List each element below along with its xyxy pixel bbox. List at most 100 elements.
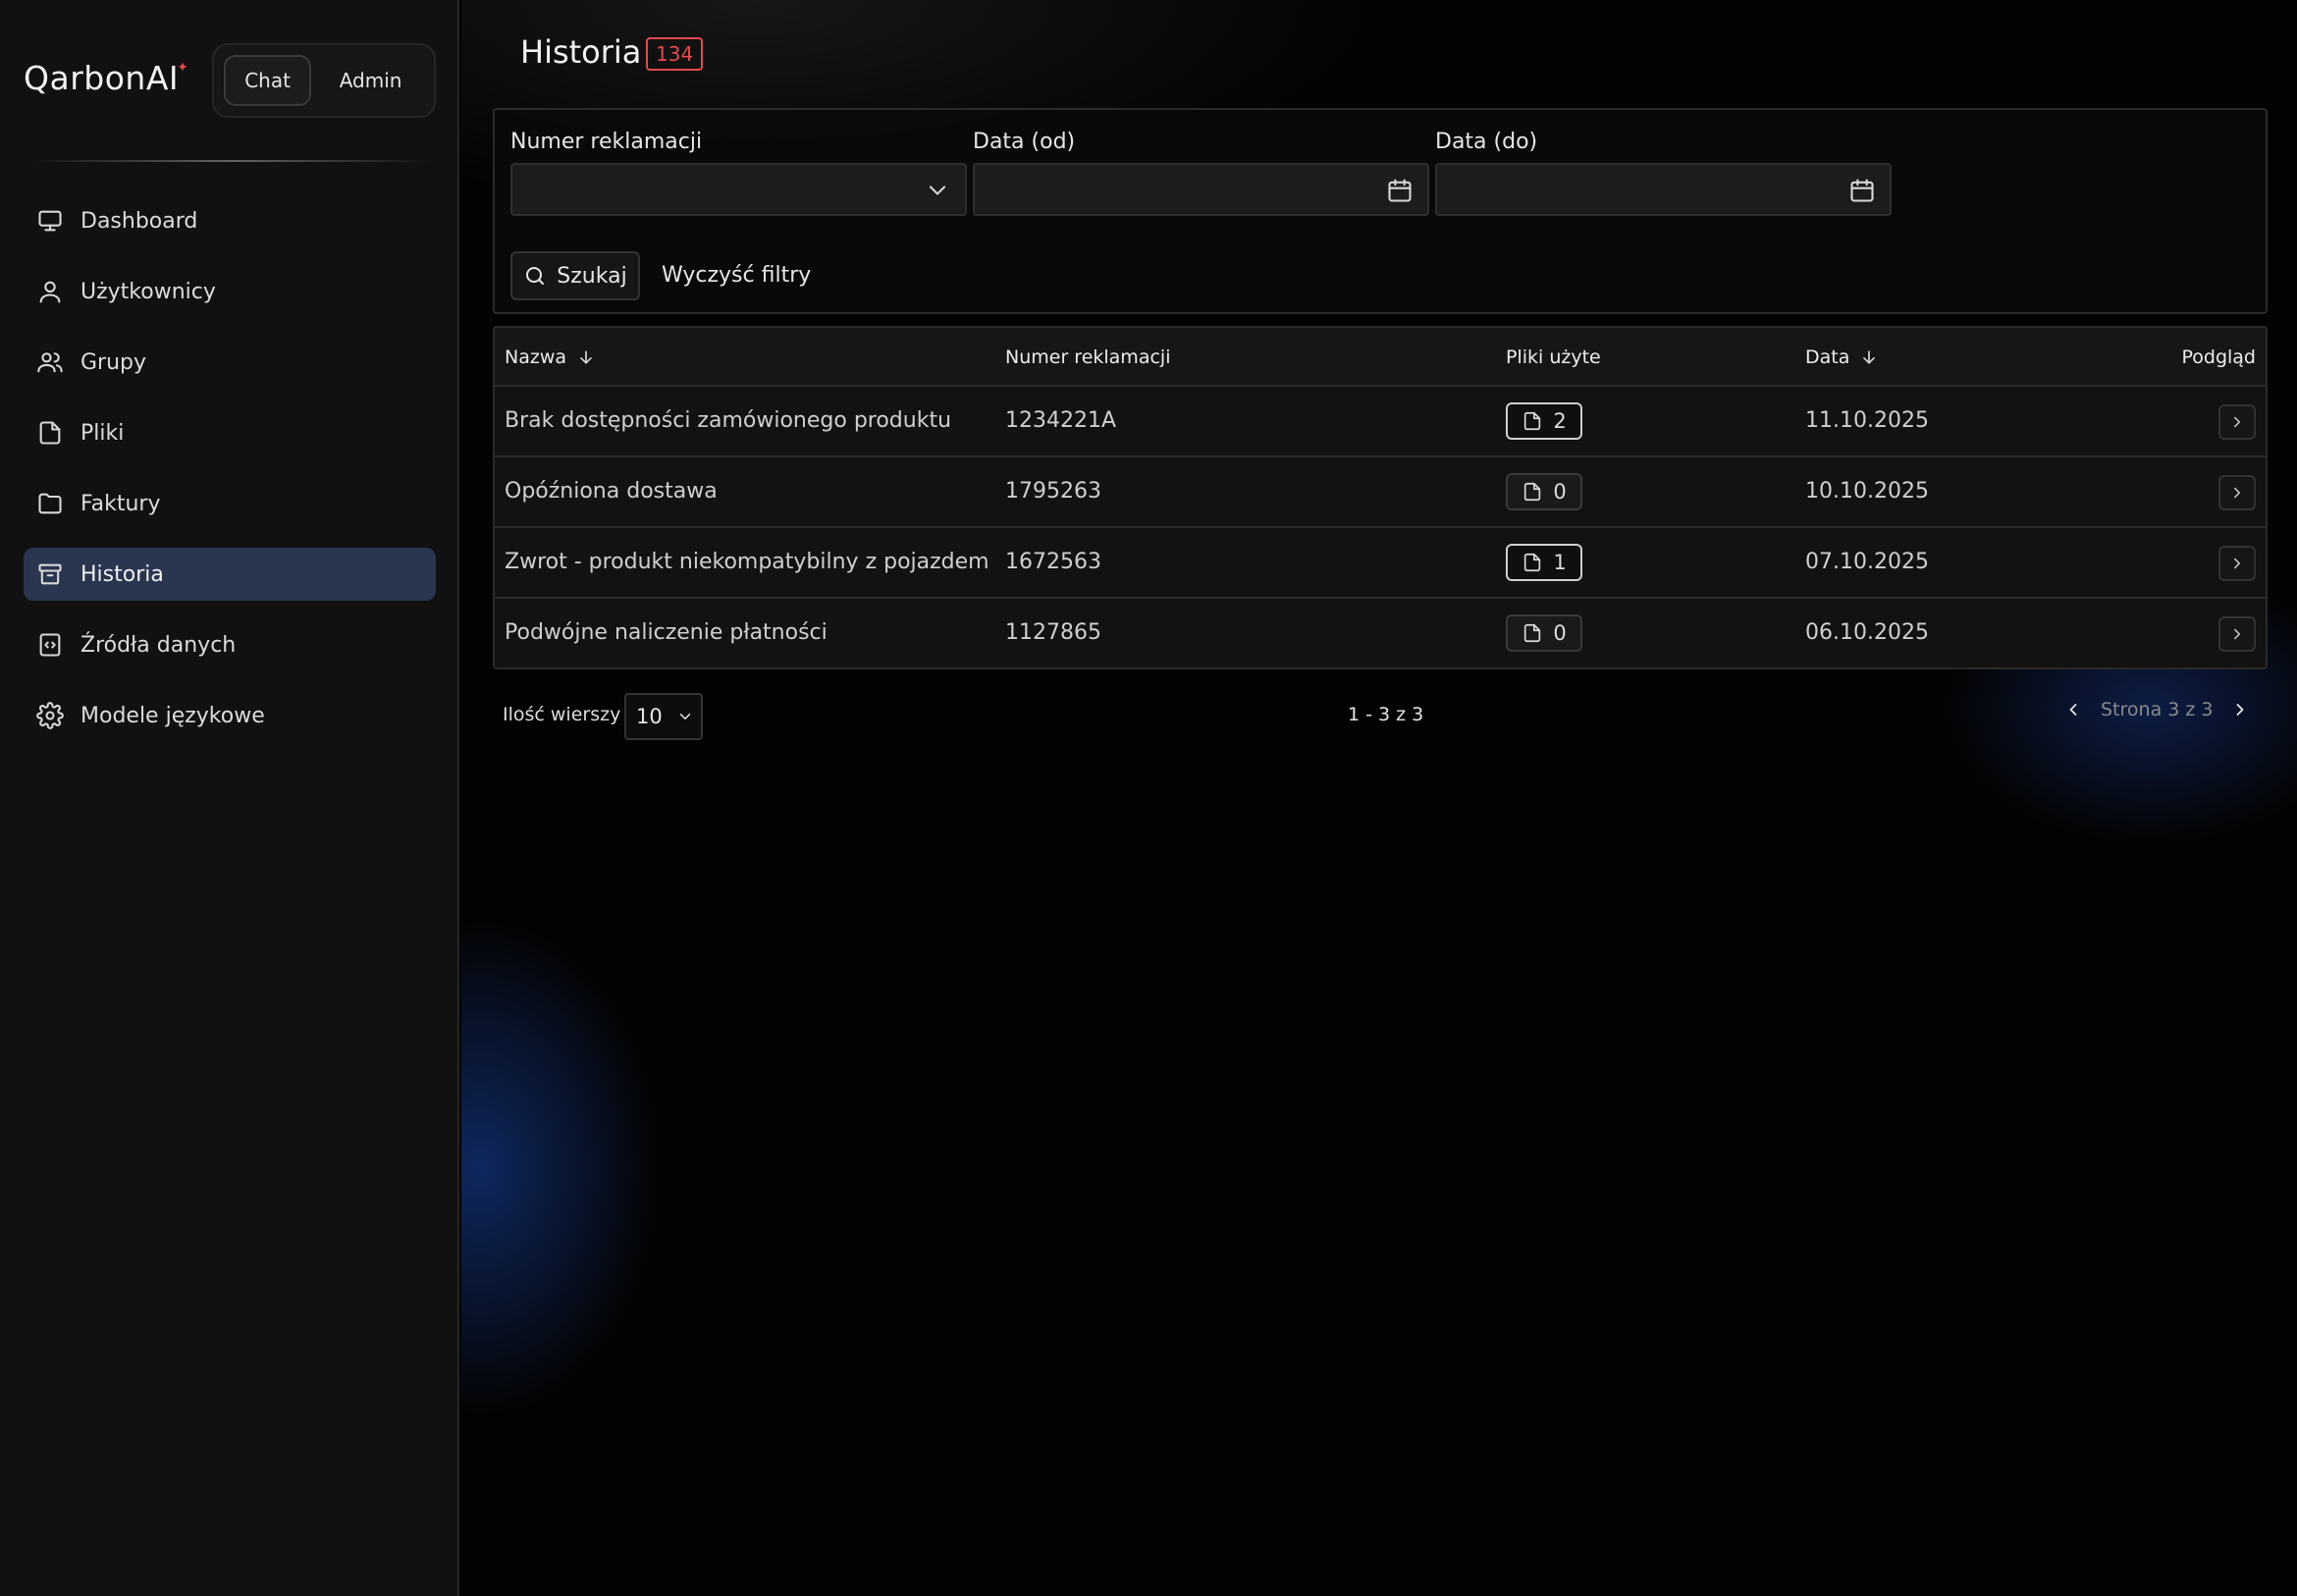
logo-text: QarbonAI — [24, 59, 180, 97]
row-name: Zwrot - produkt niekompatybilny z pojazd… — [505, 550, 989, 574]
chevron-right-icon — [2234, 628, 2240, 640]
rows-per-page-select[interactable]: 10 — [624, 693, 703, 740]
row-complaint-number: 1795263 — [1005, 479, 1101, 504]
column-files-used-header: Pliki użyte — [1506, 346, 1601, 368]
clear-filters-button[interactable]: Wyczyść filtry — [662, 263, 811, 288]
files-count: 0 — [1553, 480, 1567, 504]
file-icon — [35, 418, 65, 448]
sidebar-item-invoices[interactable]: Faktury — [24, 477, 436, 530]
search-button[interactable]: Szukaj — [510, 251, 640, 300]
sidebar-item-data-sources[interactable]: Źródła danych — [24, 618, 436, 671]
sidebar-item-label: Źródła danych — [80, 632, 237, 658]
sidebar-item-groups[interactable]: Grupy — [24, 336, 436, 389]
chevron-down-icon — [929, 186, 946, 195]
filter-panel: Numer reklamacji Data (od) Data (do) Szu… — [493, 108, 2268, 314]
files-count: 1 — [1553, 551, 1567, 574]
next-page-icon[interactable] — [2230, 700, 2250, 719]
date-from-label: Data (od) — [973, 130, 1076, 154]
sidebar-item-label: Pliki — [80, 420, 125, 446]
logo-spark-icon: ✦ — [177, 60, 189, 76]
files-badge[interactable]: 0 — [1506, 614, 1582, 652]
calendar-icon[interactable] — [1386, 177, 1414, 204]
table-header: Nazwa Numer reklamacji Pliki użyte Data … — [495, 328, 2266, 387]
preview-button[interactable] — [2218, 616, 2256, 652]
calendar-icon[interactable] — [1848, 177, 1876, 204]
table-row: Brak dostępności zamówionego produktu 12… — [495, 387, 2266, 457]
column-date-label: Data — [1805, 346, 1850, 368]
column-preview-header: Podgląd — [2181, 346, 2256, 368]
table-row: Opóźniona dostawa 1795263 0 10.10.2025 — [495, 457, 2266, 528]
sidebar-item-label: Grupy — [80, 349, 147, 375]
sidebar-item-label: Historia — [80, 561, 164, 587]
sidebar-item-label: Dashboard — [80, 208, 198, 234]
row-date: 06.10.2025 — [1805, 620, 1929, 645]
sidebar-item-users[interactable]: Użytkownicy — [24, 265, 436, 318]
pager: Strona 3 z 3 — [2063, 699, 2250, 720]
column-date-header[interactable]: Data — [1805, 346, 1879, 368]
row-name: Brak dostępności zamówionego produktu — [505, 408, 952, 433]
file-icon — [1524, 482, 1541, 502]
search-icon — [526, 267, 545, 285]
files-badge[interactable]: 1 — [1506, 544, 1582, 581]
date-to-label: Data (do) — [1435, 130, 1538, 154]
preview-button[interactable] — [2218, 546, 2256, 581]
column-name-header[interactable]: Nazwa — [505, 346, 596, 368]
monitor-icon — [35, 206, 65, 236]
search-button-label: Szukaj — [557, 263, 627, 289]
rows-per-page-label: Ilość wierszy — [503, 704, 621, 725]
sidebar-item-label: Modele językowe — [80, 703, 265, 728]
app-logo[interactable]: QarbonAI✦ — [24, 59, 190, 97]
sort-arrow-down-icon — [1863, 350, 1876, 364]
row-name: Opóźniona dostawa — [505, 479, 718, 504]
row-complaint-number: 1127865 — [1005, 620, 1101, 645]
page-indicator: Strona 3 z 3 — [2101, 699, 2214, 720]
sidebar-item-language-models[interactable]: Modele językowe — [24, 689, 436, 742]
sort-arrow-down-icon — [580, 350, 592, 364]
sidebar-nav: Dashboard Użytkownicy Grupy Pliki Faktur… — [24, 194, 436, 760]
gear-icon — [35, 701, 65, 730]
chevron-right-icon — [2234, 558, 2240, 569]
sidebar-item-files[interactable]: Pliki — [24, 406, 436, 459]
row-date: 10.10.2025 — [1805, 479, 1929, 504]
archive-icon — [35, 559, 65, 589]
files-badge[interactable]: 0 — [1506, 473, 1582, 510]
sidebar-item-label: Faktury — [80, 491, 161, 516]
row-date: 07.10.2025 — [1805, 550, 1929, 574]
chat-mode-button[interactable]: Chat — [224, 55, 312, 106]
file-icon — [1524, 411, 1541, 431]
file-icon — [1524, 623, 1541, 643]
sidebar-item-history[interactable]: Historia — [24, 548, 436, 601]
users-icon — [35, 347, 65, 377]
history-table: Nazwa Numer reklamacji Pliki użyte Data … — [493, 326, 2268, 669]
column-name-label: Nazwa — [505, 346, 567, 368]
files-count: 2 — [1553, 409, 1567, 433]
chevron-right-icon — [2234, 487, 2240, 499]
complaint-number-label: Numer reklamacji — [510, 130, 703, 154]
files-count: 0 — [1553, 621, 1567, 645]
chevron-right-icon — [2234, 416, 2240, 428]
sidebar: QarbonAI✦ Chat Admin Dashboard Użytkowni… — [0, 0, 459, 1596]
rows-per-page-value: 10 — [636, 705, 663, 728]
mode-switch: Chat Admin — [212, 43, 436, 118]
files-badge[interactable]: 2 — [1506, 402, 1582, 440]
complaint-number-select[interactable] — [510, 163, 967, 216]
table-row: Podwójne naliczenie płatności 1127865 0 … — [495, 599, 2266, 669]
file-icon — [1524, 553, 1541, 572]
sidebar-item-label: Użytkownicy — [80, 279, 216, 304]
sidebar-item-dashboard[interactable]: Dashboard — [24, 194, 436, 247]
admin-mode-button[interactable]: Admin — [317, 55, 424, 106]
row-complaint-number: 1234221A — [1005, 408, 1117, 433]
preview-button[interactable] — [2218, 404, 2256, 440]
code-file-icon — [35, 630, 65, 660]
count-badge: 134 — [646, 37, 704, 71]
preview-button[interactable] — [2218, 475, 2256, 510]
date-to-field[interactable] — [1435, 163, 1892, 216]
chevron-down-icon — [679, 714, 690, 719]
previous-page-icon[interactable] — [2063, 700, 2083, 719]
pagination-range: 1 - 3 z 3 — [1348, 704, 1424, 725]
main-content: Historia 134 Numer reklamacji Data (od) … — [461, 0, 2297, 1596]
table-row: Zwrot - produkt niekompatybilny z pojazd… — [495, 528, 2266, 599]
row-date: 11.10.2025 — [1805, 408, 1929, 433]
sidebar-divider — [29, 160, 432, 162]
date-from-field[interactable] — [973, 163, 1429, 216]
